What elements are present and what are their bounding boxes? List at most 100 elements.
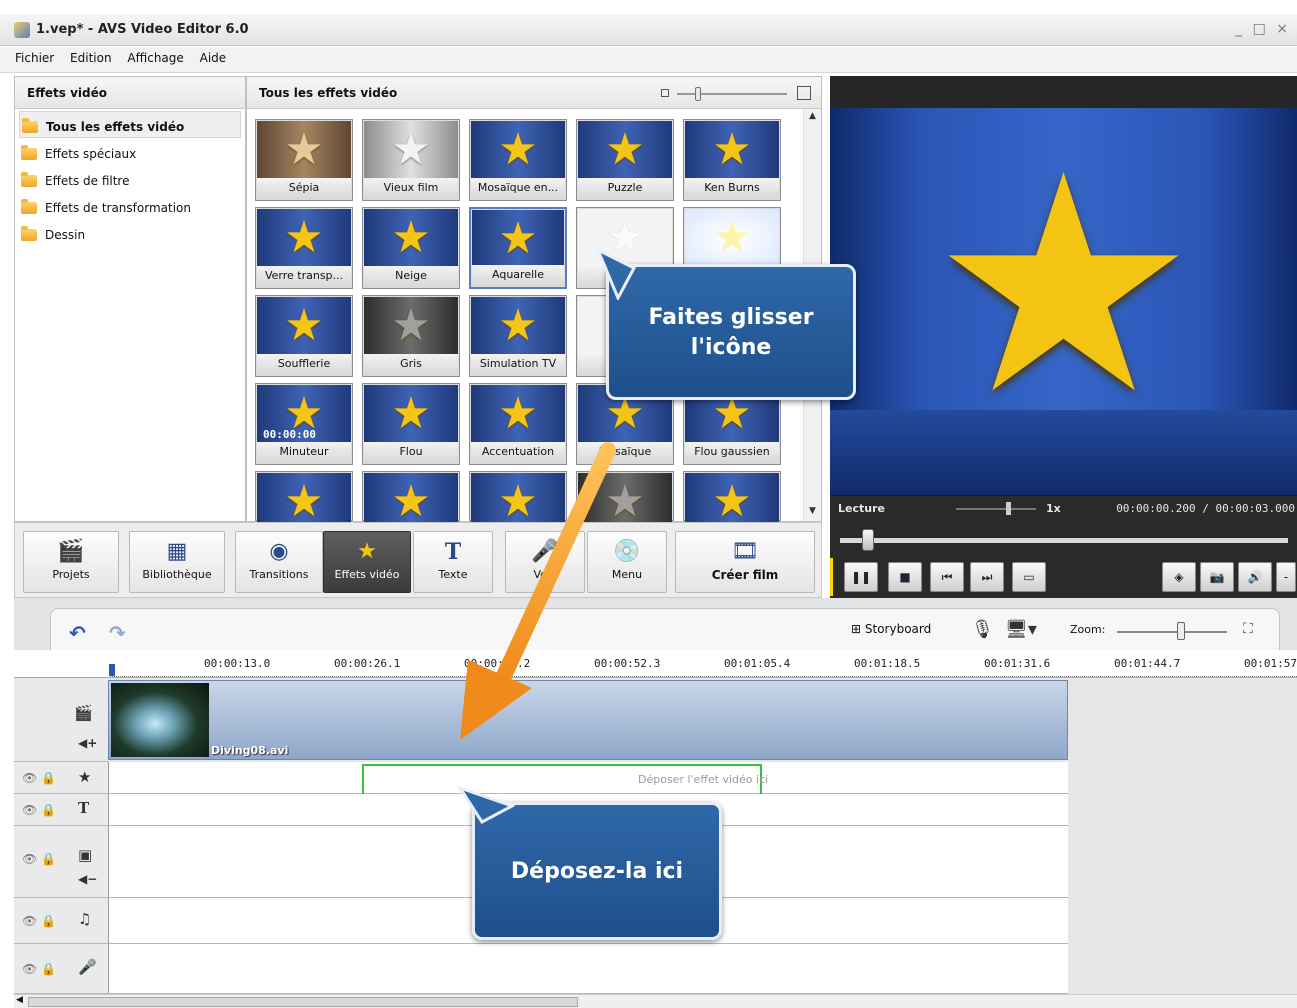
star-icon: ★ — [391, 124, 431, 175]
folder-icon — [21, 145, 37, 160]
playback-state: Lecture — [838, 502, 885, 515]
folder-icon — [21, 226, 37, 241]
visibility-lock-icons[interactable]: 👁 🔒 — [22, 914, 56, 928]
redo-icon[interactable]: ↷ — [109, 621, 126, 645]
seek-bar[interactable] — [840, 538, 1288, 543]
scroll-down-icon[interactable]: ▼ — [806, 506, 819, 519]
category-item[interactable]: Effets spéciaux — [15, 138, 245, 165]
storyboard-toggle[interactable]: ⊞ Storyboard — [851, 622, 931, 636]
star-icon: ★ — [391, 476, 431, 527]
effect-preview-image: ★ — [257, 121, 351, 179]
projects-button[interactable]: 🎬 Projets — [23, 531, 119, 593]
zoom-knob[interactable] — [1177, 622, 1185, 640]
visibility-lock-icons[interactable]: 👁 🔒 — [22, 803, 56, 817]
effect-label: Ken Burns — [685, 178, 779, 199]
preview-panel: ★ Lecture 1x 00:00:00.200 / 00:00:03.000 — [830, 76, 1297, 522]
visibility-lock-icons[interactable]: 👁 🔒 — [22, 962, 56, 976]
zoom-slider[interactable] — [1117, 631, 1227, 633]
effect-label: Puzzle — [578, 178, 672, 199]
transitions-button[interactable]: ◉ Transitions — [235, 531, 323, 593]
pause-button[interactable]: ❚❚ — [844, 562, 878, 592]
star-icon: ★ — [284, 476, 324, 527]
effect-thumbnail[interactable]: ★ Aquarelle — [469, 207, 567, 289]
menu-fichier[interactable]: Fichier — [12, 47, 57, 69]
effect-thumbnail[interactable]: ★ Neige — [362, 207, 460, 289]
app-icon — [14, 22, 30, 38]
thumbnail-size-slider[interactable] — [661, 86, 811, 101]
timeline-scrollbar[interactable]: ◀ — [14, 994, 1297, 1008]
effect-preview-image: ★ — [471, 121, 565, 179]
effect-drop-zone[interactable]: Déposer l'effet vidéo ici — [362, 764, 768, 796]
text-track-icon: T — [78, 799, 90, 817]
drop-hint: Déposer l'effet vidéo ici — [638, 773, 769, 786]
display-mode-icon[interactable]: 🖥▾ — [1005, 619, 1037, 640]
star-image: ★ — [929, 111, 1198, 461]
overlay-track-icon: ▣ — [78, 846, 93, 864]
folder-icon — [21, 172, 37, 187]
volume-icon: 🔊 — [1247, 570, 1263, 584]
visibility-lock-icons[interactable]: 👁 🔒 — [22, 771, 56, 785]
more-button[interactable]: - — [1276, 562, 1296, 592]
scroll-up-icon[interactable]: ▲ — [806, 111, 819, 124]
effect-label: Vieux film — [364, 178, 458, 199]
star-icon: ★ — [605, 124, 645, 175]
effect-thumbnail[interactable]: ★ Vieux film — [362, 119, 460, 201]
timeline-ruler[interactable]: 00:00:13.0 00:00:26.1 00:00:39.2 00:00:5… — [14, 650, 1297, 678]
effect-thumbnail[interactable]: ★ Verre transp... — [255, 207, 353, 289]
voice-record-icon[interactable]: 🎙 — [971, 619, 994, 640]
speed-knob[interactable] — [1006, 502, 1011, 515]
effect-preview-image: ★ — [685, 121, 779, 179]
transitions-icon: ◉ — [269, 539, 289, 564]
ruler-tick: 00:01:05.4 — [724, 657, 791, 670]
effect-thumbnail[interactable]: ★ Puzzle — [576, 119, 674, 201]
window-controls[interactable]: _ □ × — [1235, 21, 1291, 37]
category-panel-header: Effets vidéo — [15, 77, 245, 109]
fullscreen-button[interactable]: ▭ — [1012, 562, 1046, 592]
effect-thumbnail[interactable]: ★ Gris — [362, 295, 460, 377]
effect-preview-image: ★ — [472, 210, 564, 268]
voice-track-lane[interactable] — [108, 944, 1068, 994]
effect-thumbnail[interactable]: ★ Sépia — [255, 119, 353, 201]
effect-preview-image: ★ — [364, 209, 458, 267]
effect-thumbnail[interactable]: ★ Ken Burns — [683, 119, 781, 201]
effect-label: Neige — [364, 266, 458, 287]
effect-thumbnail[interactable]: ★ — [683, 471, 781, 531]
menu-edition[interactable]: Edition — [67, 47, 115, 69]
visibility-lock-icons[interactable]: 👁 🔒 — [22, 852, 56, 866]
menu-aide[interactable]: Aide — [197, 47, 230, 69]
volume-button[interactable]: 🔊 — [1238, 562, 1272, 592]
category-item[interactable]: Effets de transformation — [15, 192, 245, 219]
scroll-left-icon[interactable]: ◀ — [16, 995, 23, 1005]
ruler-tick: 00:01:57 — [1244, 657, 1297, 670]
effect-preview-image: ★ 00:00:00 — [257, 385, 351, 443]
folder-icon — [22, 118, 38, 133]
category-label: Tous les effets vidéo — [46, 120, 185, 134]
effect-thumbnail[interactable]: ★ Mosaïque en... — [469, 119, 567, 201]
library-button[interactable]: ▦ Bibliothèque — [129, 531, 225, 593]
effect-thumbnail[interactable]: ★ Soufflerie — [255, 295, 353, 377]
stop-button[interactable]: ■ — [888, 562, 922, 592]
next-frame-button[interactable]: ⏭ — [970, 562, 1004, 592]
playhead-marker[interactable] — [109, 664, 115, 676]
undo-icon[interactable]: ↶ — [69, 621, 86, 645]
create-film-button[interactable]: 🎞 Créer film — [675, 531, 815, 593]
previous-frame-button[interactable]: ⏮ — [930, 562, 964, 592]
category-item[interactable]: Tous les effets vidéo — [19, 111, 241, 138]
menu-affichage[interactable]: Affichage — [124, 47, 186, 69]
thumbnail-size-knob[interactable] — [695, 87, 701, 101]
drag-callout-text: Faites glisser l'icône — [648, 305, 814, 360]
preview-screen: ★ — [830, 108, 1297, 495]
timeline-scroll-thumb[interactable] — [28, 997, 578, 1007]
video-effects-button[interactable]: ★ Effets vidéo — [323, 531, 411, 593]
fit-timeline-icon[interactable]: ⛶ — [1243, 621, 1253, 637]
effect-thumbnail[interactable]: ★ 00:00:00 Minuteur — [255, 383, 353, 465]
effect-thumbnail[interactable]: ★ Simulation TV — [469, 295, 567, 377]
seek-knob[interactable] — [862, 529, 874, 551]
snapshot-extra-button[interactable]: ◈ — [1162, 562, 1196, 592]
effect-thumbnail[interactable]: ★ — [255, 471, 353, 531]
category-item[interactable]: Effets de filtre — [15, 165, 245, 192]
category-item[interactable]: Dessin — [15, 219, 245, 246]
effect-preview-image: ★ — [364, 385, 458, 443]
speed-slider[interactable] — [956, 508, 1036, 510]
camera-button[interactable]: 📷 — [1200, 562, 1234, 592]
